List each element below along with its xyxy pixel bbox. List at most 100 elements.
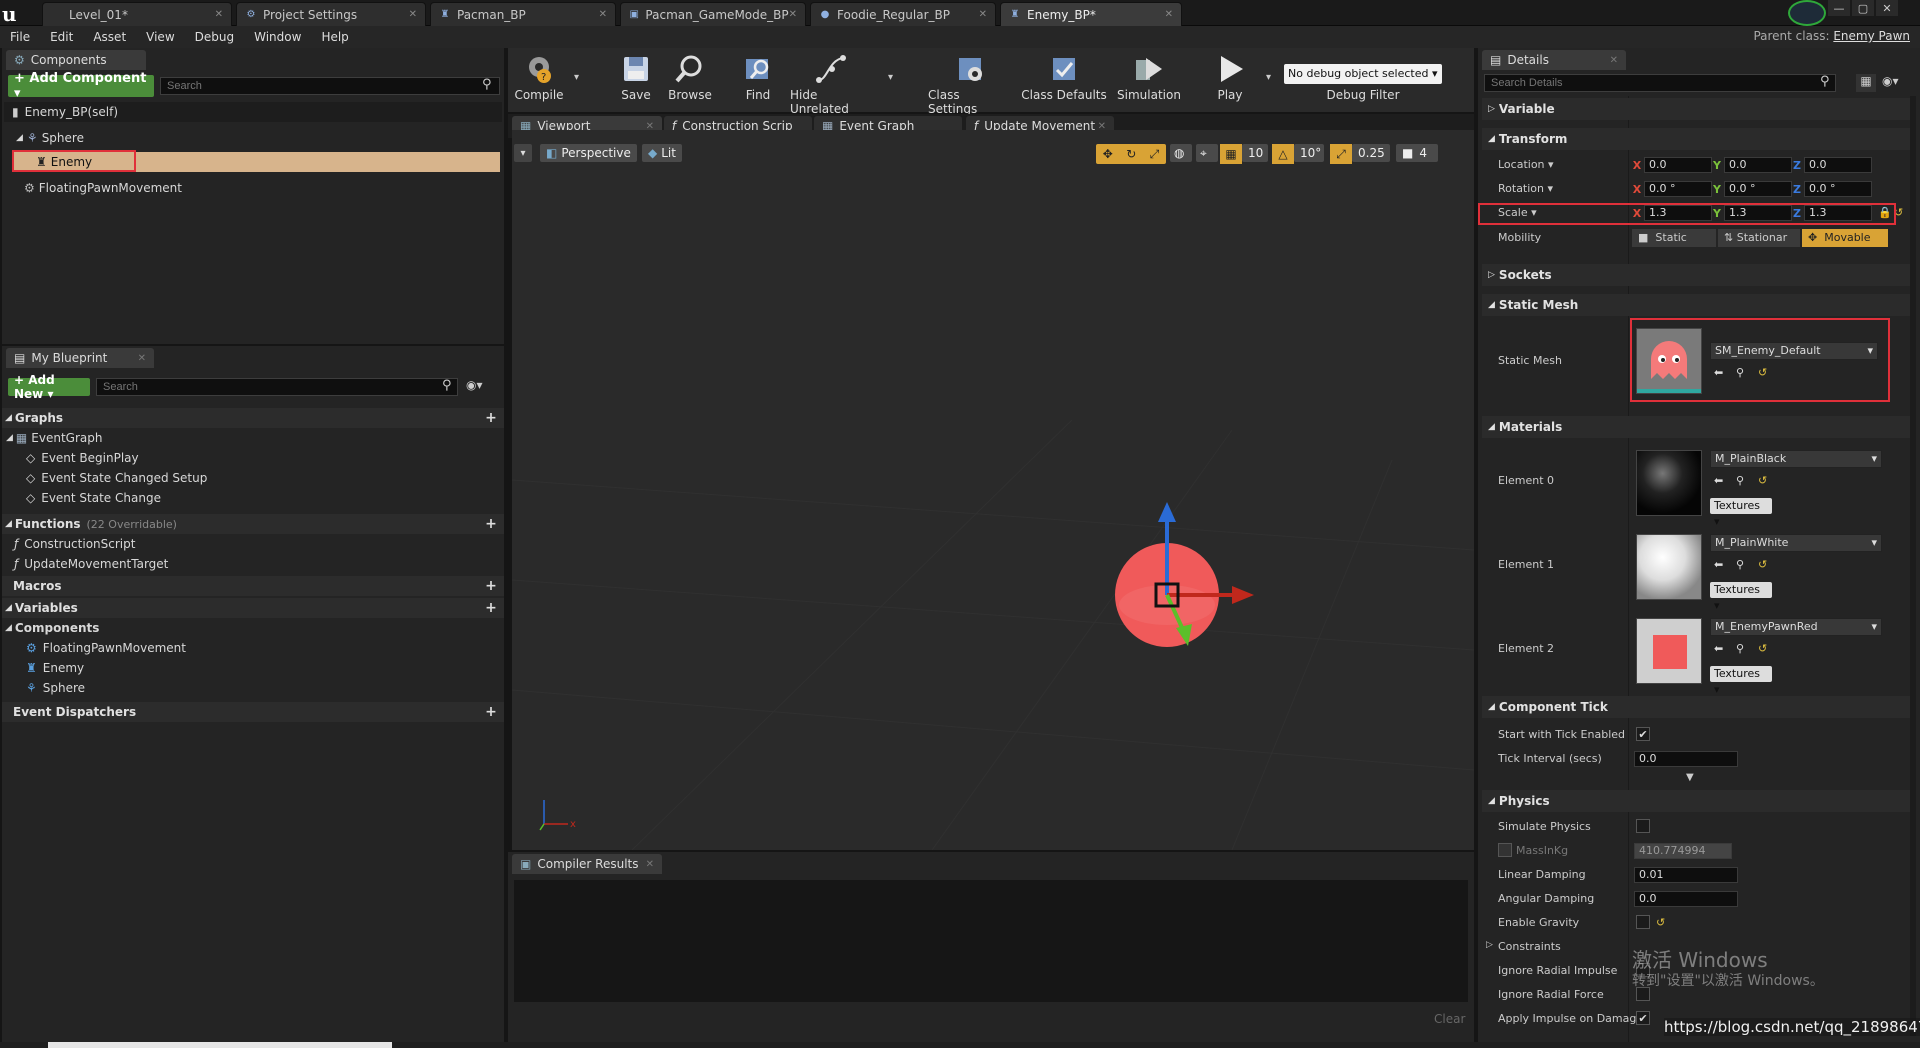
graphs-header[interactable]: ◢ Graphs + <box>2 408 504 428</box>
menu-file[interactable]: File <box>0 30 40 44</box>
materials-section[interactable]: ◢ Materials <box>1482 416 1912 438</box>
close-icon[interactable]: ✕ <box>789 9 797 20</box>
variable-enemy[interactable]: ♜ Enemy <box>26 658 496 678</box>
browse-asset-icon[interactable]: ⚲ <box>1736 642 1744 655</box>
menu-view[interactable]: View <box>136 30 184 44</box>
textures-2-dropdown[interactable]: Textures ▾ <box>1710 666 1772 696</box>
menu-help[interactable]: Help <box>311 30 358 44</box>
class-defaults-button[interactable]: Class Defaults <box>1020 52 1108 108</box>
material-thumbnail-white[interactable] <box>1636 534 1702 600</box>
browse-asset-icon[interactable]: ⚲ <box>1736 558 1744 571</box>
close-icon[interactable]: ✕ <box>1610 55 1618 66</box>
tree-item-floating-pawn-movement[interactable]: ⚙ FloatingPawnMovement <box>24 178 494 198</box>
close-icon[interactable]: ✕ <box>215 9 223 20</box>
eye-icon[interactable]: ◉▾ <box>466 378 483 392</box>
hide-unrelated-chevron-icon[interactable]: ▾ <box>888 72 893 83</box>
rotation-x-field[interactable]: 0.0 ° <box>1644 181 1712 197</box>
reset-to-default-icon[interactable]: ↺ <box>1758 642 1767 655</box>
menu-edit[interactable]: Edit <box>40 30 83 44</box>
maximize-icon[interactable]: ▢ <box>1852 0 1874 16</box>
browse-asset-icon[interactable]: ⚲ <box>1736 474 1744 487</box>
scale-snap-value[interactable]: 0.25 <box>1352 144 1390 162</box>
close-icon[interactable]: ✕ <box>409 9 417 20</box>
rotation-snap-icon[interactable]: △ <box>1272 144 1294 164</box>
simulation-button[interactable]: Simulation <box>1114 52 1184 108</box>
variable-section[interactable]: ▷ Variable <box>1482 98 1912 120</box>
details-scrollbar[interactable] <box>1910 96 1916 1036</box>
lit-button[interactable]: ◆ Lit <box>642 144 682 162</box>
my-blueprint-search-input[interactable] <box>96 378 458 396</box>
variables-header[interactable]: ◢ Variables + <box>2 598 504 618</box>
event-state-changed-setup-item[interactable]: ◇ Event State Changed Setup <box>26 468 496 488</box>
tick-interval-field[interactable]: 0.0 <box>1634 751 1738 767</box>
parent-class-link[interactable]: Enemy Pawn <box>1833 29 1910 43</box>
reset-to-default-icon[interactable]: ↺ <box>1758 558 1767 571</box>
event-dispatchers-header[interactable]: Event Dispatchers + <box>2 702 504 722</box>
hide-unrelated-button[interactable]: Hide Unrelated <box>790 52 874 116</box>
add-graph-button[interactable]: + <box>484 410 498 426</box>
tab-pacman-bp[interactable]: ♜ Pacman_BP ✕ <box>430 2 616 26</box>
simulate-physics-checkbox[interactable] <box>1636 819 1650 833</box>
add-component-button[interactable]: + Add Component ▾ <box>8 71 154 101</box>
macros-header[interactable]: Macros + <box>2 576 504 596</box>
world-local-icon[interactable]: ◍ <box>1170 144 1192 162</box>
component-tick-section[interactable]: ◢ Component Tick <box>1482 696 1912 718</box>
start-tick-checkbox[interactable]: ✔ <box>1636 727 1650 741</box>
source-control-icon[interactable] <box>1788 0 1826 26</box>
physics-section[interactable]: ◢ Physics <box>1482 790 1912 812</box>
use-selected-icon[interactable]: ⬅ <box>1714 474 1723 487</box>
tab-project-settings[interactable]: ⚙ Project Settings ✕ <box>236 2 426 26</box>
expand-icon[interactable]: ◢ <box>16 133 23 143</box>
function-update-movement-target[interactable]: ƒ UpdateMovementTarget <box>14 554 494 574</box>
rotate-icon[interactable]: ↻ <box>1126 147 1136 161</box>
textures-1-dropdown[interactable]: Textures ▾ <box>1710 582 1772 612</box>
rotation-snap-value[interactable]: 10° <box>1294 144 1324 162</box>
mass-override-checkbox[interactable] <box>1498 843 1512 857</box>
camera-speed[interactable]: ■ 4 <box>1396 144 1438 162</box>
compile-button[interactable]: ? Compile <box>512 52 566 108</box>
viewport[interactable]: ▾ ◧ Perspective ◆ Lit ✥ ↻ ⤢ ◍ ⌖ ▦ 10 △ 10° ⤢… <box>512 130 1474 850</box>
use-selected-icon[interactable]: ⬅ <box>1714 642 1723 655</box>
scale-icon[interactable]: ⤢ <box>1150 147 1160 162</box>
add-variable-button[interactable]: + <box>484 600 498 616</box>
components-subheader[interactable]: ◢ Components <box>2 618 504 638</box>
scale-snap-icon[interactable]: ⤢ <box>1330 144 1352 164</box>
reset-to-default-icon[interactable]: ↺ <box>1656 916 1665 929</box>
details-search-input[interactable] <box>1484 74 1836 92</box>
reset-to-default-icon[interactable]: ↺ <box>1758 474 1767 487</box>
add-dispatcher-button[interactable]: + <box>484 704 498 720</box>
components-tab[interactable]: ⚙ Components <box>6 50 146 70</box>
translate-icon[interactable]: ✥ <box>1103 147 1113 161</box>
my-blueprint-tab[interactable]: ▤ My Blueprint ✕ <box>6 348 154 368</box>
save-button[interactable]: Save <box>612 52 660 108</box>
compile-options-chevron-icon[interactable]: ▾ <box>574 72 579 83</box>
close-icon[interactable]: ✕ <box>646 859 654 870</box>
location-label[interactable]: Location ▾ <box>1498 158 1554 171</box>
rotation-y-field[interactable]: 0.0 ° <box>1724 181 1792 197</box>
self-row[interactable]: ▮ Enemy_BP(self) <box>4 102 502 122</box>
linear-damping-field[interactable]: 0.01 <box>1634 867 1738 883</box>
window-close-icon[interactable]: ✕ <box>1876 0 1898 16</box>
apply-impulse-checkbox[interactable]: ✔ <box>1636 1011 1650 1025</box>
enemy-preview[interactable] <box>1072 500 1272 690</box>
menu-asset[interactable]: Asset <box>83 30 136 44</box>
tab-level-01[interactable]: Level_01* ✕ <box>42 2 232 26</box>
rotation-z-field[interactable]: 0.0 ° <box>1804 181 1872 197</box>
grid-snap-icon[interactable]: ▦ <box>1220 144 1242 164</box>
tree-item-sphere[interactable]: ◢ ⚘ Sphere <box>16 128 496 148</box>
play-options-chevron-icon[interactable]: ▾ <box>1266 72 1271 83</box>
functions-header[interactable]: ◢ Functions (22 Overridable) + <box>2 514 504 534</box>
details-tab[interactable]: ▤ Details ✕ <box>1482 50 1626 70</box>
eye-icon[interactable]: ◉▾ <box>1882 74 1899 88</box>
surface-snap-icon[interactable]: ⌖ <box>1196 144 1218 162</box>
advanced-expand-icon[interactable]: ▼ <box>1686 772 1694 783</box>
mobility-stationary-button[interactable]: ⇅ Stationar <box>1718 229 1800 247</box>
add-new-button[interactable]: + Add New ▾ <box>8 373 90 401</box>
location-x-field[interactable]: 0.0 <box>1644 157 1712 173</box>
play-button[interactable]: Play <box>1200 52 1260 108</box>
tab-foodie-regular-bp[interactable]: ● Foodie_Regular_BP ✕ <box>810 2 996 26</box>
clear-button[interactable]: Clear <box>1434 1012 1465 1026</box>
tab-enemy-bp[interactable]: ♜ Enemy_BP* ✕ <box>1000 2 1182 26</box>
variable-floating-pawn-movement[interactable]: ⚙ FloatingPawnMovement <box>26 638 496 658</box>
location-y-field[interactable]: 0.0 <box>1724 157 1792 173</box>
